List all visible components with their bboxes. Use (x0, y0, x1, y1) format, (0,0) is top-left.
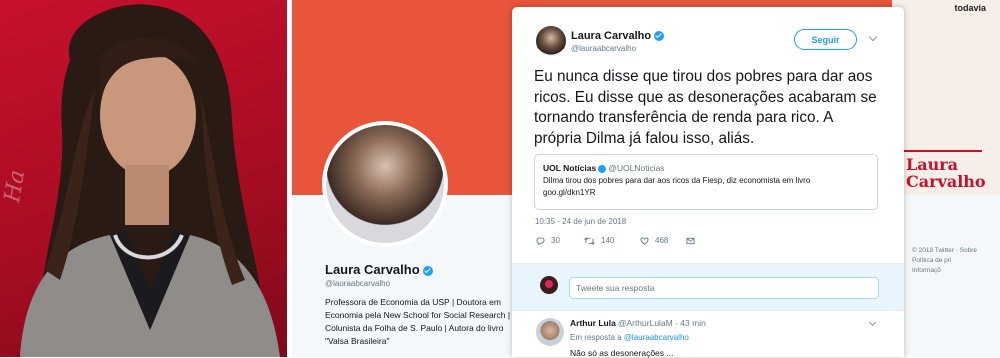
reply-author-avatar[interactable] (536, 318, 564, 346)
replying-mention[interactable]: @lauraabcarvalho (624, 333, 689, 342)
banner-title-line2: Carvalho (906, 172, 986, 191)
follow-button[interactable]: Seguir (794, 29, 857, 50)
tweet-timestamp[interactable]: 10:35 - 24 de jun de 2018 (535, 217, 626, 226)
reply-count: 30 (551, 236, 560, 245)
verified-icon (654, 31, 665, 42)
tweet-author-name[interactable]: Laura Carvalho (571, 30, 665, 42)
verified-icon (422, 265, 433, 276)
banner-title: Laura Carvalho (906, 156, 986, 190)
reply-action[interactable]: 30 (536, 236, 560, 245)
tweet-author-avatar[interactable] (536, 26, 566, 56)
footer-line2[interactable]: Política de pri (912, 256, 1000, 266)
reply-icon (536, 237, 545, 245)
page-footer: © 2018 Twitter · Sobre Política de pri I… (912, 246, 1000, 276)
separator (512, 310, 904, 311)
quoted-author: UOL Notícias @UOLNoticias (543, 163, 665, 173)
portrait-illustration (20, 4, 280, 357)
like-action[interactable]: 468 (640, 236, 668, 245)
replying-to: Em resposta a @lauraabcarvalho (570, 333, 689, 342)
reply-author-handle-time: @ArthurLulaM · 43 min (617, 318, 706, 328)
quoted-author-name: UOL Notícias (543, 163, 597, 173)
tweet-modal: Laura Carvalho @lauraabcarvalho Seguir E… (512, 7, 904, 358)
portrait-photo: Ha (0, 0, 287, 357)
retweet-icon (584, 237, 595, 245)
tweet-text: Eu nunca disse que tirou dos pobres para… (534, 68, 877, 147)
profile-bio: Professora de Economia da USP | Doutora … (325, 297, 511, 346)
reply-input[interactable]: Tweete sua resposta (569, 277, 879, 299)
quoted-author-handle: @UOLNoticias (608, 163, 665, 173)
like-icon (640, 237, 649, 245)
verified-icon (598, 164, 607, 173)
retweet-count: 140 (601, 236, 615, 245)
profile-name-text: Laura Carvalho (325, 262, 420, 277)
profile-name[interactable]: Laura Carvalho (325, 262, 433, 277)
dm-action[interactable] (686, 236, 701, 245)
like-count: 468 (655, 236, 669, 245)
brand-label: todavia (954, 3, 986, 13)
chevron-down-icon[interactable] (868, 32, 878, 42)
quoted-tweet[interactable]: UOL Notícias @UOLNoticias Dilma tirou dos… (534, 154, 878, 210)
banner-title-line1: Laura (906, 155, 959, 174)
chevron-down-icon[interactable] (868, 318, 877, 327)
profile-avatar[interactable] (322, 121, 448, 247)
retweet-action[interactable]: 140 (584, 236, 614, 245)
user-avatar (540, 276, 558, 294)
footer-line1[interactable]: © 2018 Twitter · Sobre (912, 246, 1000, 256)
quoted-link[interactable]: goo.gl/dkn1YR (543, 188, 595, 197)
replying-prefix: Em resposta a (570, 333, 622, 342)
tweet-author-handle[interactable]: @lauraabcarvalho (571, 44, 636, 53)
footer-line3[interactable]: Informaçõ (912, 266, 1000, 276)
dm-icon (686, 237, 695, 245)
reply-author[interactable]: Arthur Lula @ArthurLulaM · 43 min (570, 318, 706, 328)
reply-author-name: Arthur Lula (570, 318, 616, 328)
profile-handle[interactable]: @lauraabcarvalho (325, 279, 390, 288)
quoted-text: Dilma tirou dos pobres para dar aos rico… (543, 176, 811, 185)
banner-rule (902, 150, 982, 152)
tweet-author-name-text: Laura Carvalho (571, 30, 652, 42)
reply-composer: Tweete sua resposta (512, 264, 904, 310)
